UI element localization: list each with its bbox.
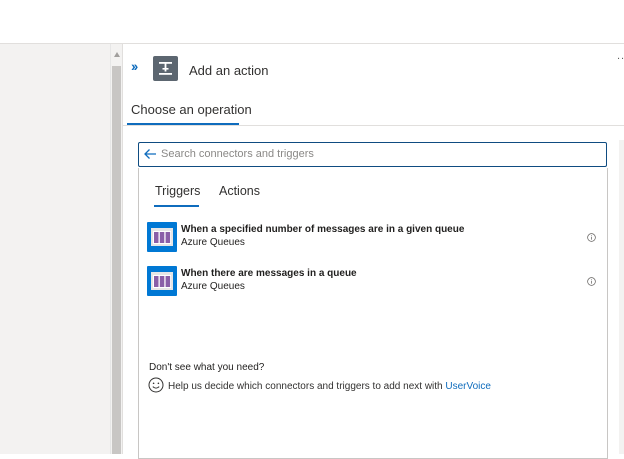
tab-choose-operation[interactable]: Choose an operation: [131, 102, 252, 117]
tab-triggers[interactable]: Triggers: [155, 184, 200, 198]
results-pane: Triggers Actions When a specified number…: [138, 168, 608, 459]
info-icon[interactable]: [587, 277, 596, 286]
trigger-item[interactable]: When a specified number of messages are …: [147, 222, 599, 254]
search-box[interactable]: [138, 142, 607, 167]
trigger-title: When a specified number of messages are …: [181, 224, 465, 235]
help-text-body: Help us decide which connectors and trig…: [168, 381, 446, 392]
azure-queues-icon: [147, 222, 177, 252]
collapse-panel-icon[interactable]: ››: [131, 58, 138, 74]
info-icon[interactable]: [587, 233, 596, 242]
trigger-item[interactable]: When there are messages in a queue Azure…: [147, 266, 599, 298]
trigger-connector: Azure Queues: [181, 281, 245, 292]
divider: [123, 125, 624, 126]
tab-underline: [154, 205, 199, 207]
help-heading: Don't see what you need?: [149, 362, 265, 373]
designer-canvas: [0, 44, 110, 454]
scrollbar-thumb[interactable]: [112, 66, 121, 454]
azure-queues-icon: [147, 266, 177, 296]
action-icon: [153, 56, 178, 81]
tab-actions[interactable]: Actions: [219, 184, 260, 198]
back-arrow-icon[interactable]: [143, 147, 157, 165]
trigger-connector: Azure Queues: [181, 237, 245, 248]
smiley-icon: [148, 377, 164, 393]
panel-title: Add an action: [189, 63, 269, 78]
more-options-icon[interactable]: ..: [617, 50, 624, 62]
add-action-panel: ›› Add an action .. Choose an operation …: [122, 44, 624, 459]
top-bar: [0, 0, 624, 44]
panel-scrollbar[interactable]: [619, 140, 624, 454]
trigger-title: When there are messages in a queue: [181, 268, 357, 279]
uservoice-link[interactable]: UserVoice: [445, 381, 491, 392]
scroll-up-arrow-icon[interactable]: [114, 52, 120, 57]
help-text: Help us decide which connectors and trig…: [168, 381, 491, 392]
search-input[interactable]: [161, 144, 591, 164]
